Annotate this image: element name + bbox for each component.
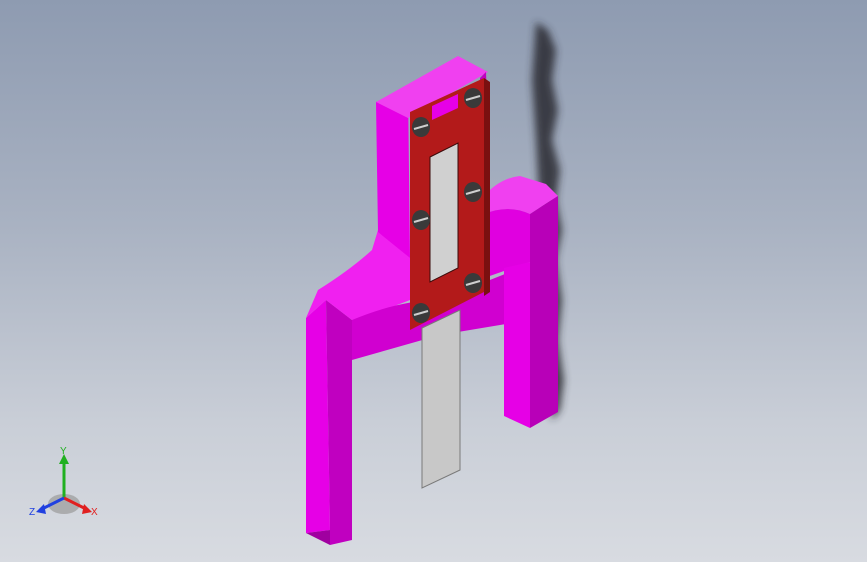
cad-model-view[interactable] — [0, 0, 867, 562]
y-axis-label: Y — [60, 446, 67, 457]
left-leg-side — [326, 300, 352, 545]
screw-icon[interactable] — [464, 182, 482, 202]
screw-icon[interactable] — [412, 210, 430, 230]
clamp-plate-window — [429, 142, 459, 283]
clamp-plate[interactable] — [410, 78, 490, 330]
screw-icon[interactable] — [464, 88, 482, 108]
screw-icon[interactable] — [464, 273, 482, 293]
z-axis-label: Z — [29, 507, 35, 518]
blade[interactable] — [421, 309, 461, 489]
right-leg-side — [530, 196, 558, 428]
right-leg-front — [504, 262, 530, 428]
left-leg-front — [306, 300, 330, 533]
clamp-plate-edge — [484, 78, 490, 296]
x-axis-label: X — [91, 507, 98, 518]
screw-icon[interactable] — [412, 117, 430, 137]
screw-icon[interactable] — [412, 303, 430, 323]
graphics-viewport[interactable]: Y X Z — [0, 0, 867, 562]
axis-triad[interactable]: Y X Z — [22, 446, 106, 526]
